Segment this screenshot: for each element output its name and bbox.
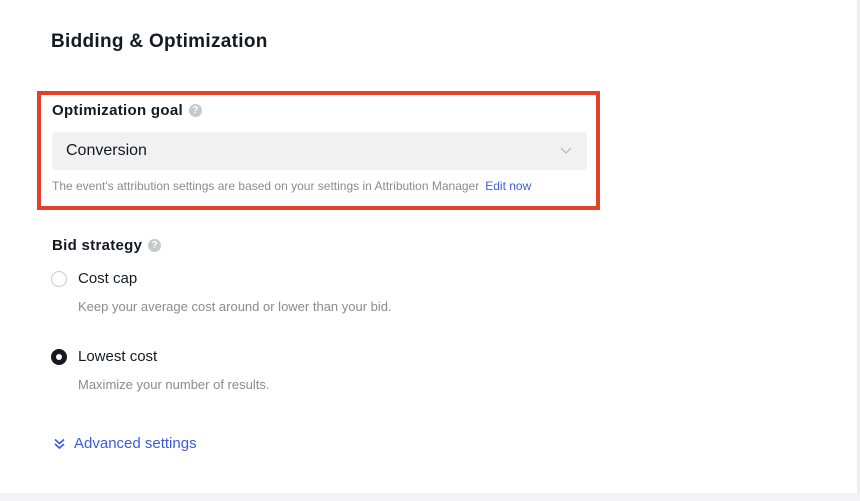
radio-label-lowest-cost: Lowest cost xyxy=(78,348,158,365)
radio-option-lowest-cost[interactable]: Lowest cost xyxy=(51,348,157,365)
question-circle-icon[interactable]: ? xyxy=(188,104,202,117)
section-title: Bidding & Optimization xyxy=(51,31,268,52)
radio-button-cost-cap[interactable] xyxy=(51,270,67,287)
radio-button-lowest-cost[interactable] xyxy=(51,348,67,365)
edit-now-link[interactable]: Edit now xyxy=(485,179,531,193)
advanced-settings-label: Advanced settings xyxy=(74,435,197,452)
question-circle-icon[interactable]: ? xyxy=(148,239,162,252)
panel-bottom-divider xyxy=(0,493,860,501)
optimization-goal-selected-value: Conversion xyxy=(66,142,147,159)
bid-strategy-label: Bid strategy xyxy=(52,237,143,254)
radio-option-cost-cap[interactable]: Cost cap xyxy=(51,270,137,287)
attribution-hint-text: The event's attribution settings are bas… xyxy=(52,179,480,193)
attribution-hint: The event's attribution settings are bas… xyxy=(52,179,531,193)
chevron-down-icon xyxy=(560,147,572,154)
double-chevron-down-icon xyxy=(54,438,65,450)
radio-description-cost-cap: Keep your average cost around or lower t… xyxy=(78,299,392,314)
advanced-settings-toggle[interactable]: Advanced settings xyxy=(53,435,197,452)
optimization-goal-select[interactable]: Conversion xyxy=(52,132,587,170)
bidding-optimization-panel: Bidding & Optimization Optimization goal… xyxy=(0,0,860,501)
radio-description-lowest-cost: Maximize your number of results. xyxy=(78,377,270,392)
optimization-goal-label-row: Optimization goal ? xyxy=(52,102,202,119)
bid-strategy-label-row: Bid strategy ? xyxy=(52,237,162,254)
optimization-goal-label: Optimization goal xyxy=(52,102,183,119)
radio-label-cost-cap: Cost cap xyxy=(78,270,138,287)
